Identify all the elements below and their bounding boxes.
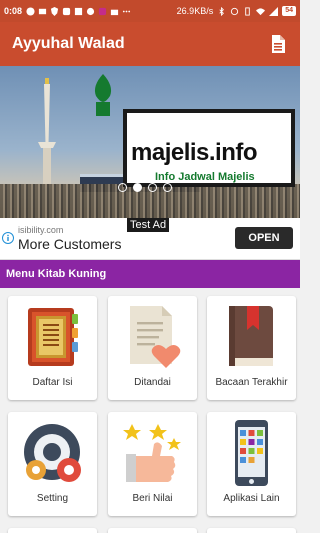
battery-indicator: 54	[282, 6, 296, 16]
phone-apps-icon	[235, 420, 268, 486]
menu-card-beri-nilai[interactable]: Beri Nilai	[108, 412, 197, 516]
brand-logo-box: majelis.info Info Jadwal Majelis	[123, 109, 295, 187]
wifi-icon	[256, 7, 266, 15]
carousel-indicators	[118, 183, 172, 192]
alert-icon	[62, 7, 71, 15]
menu-card-partial[interactable]	[108, 528, 197, 533]
menu-card-label: Setting	[36, 493, 69, 504]
test-ad-badge: Test Ad	[127, 218, 170, 232]
brand-name: majelis.info	[131, 139, 258, 166]
status-time: 0:08	[4, 6, 23, 16]
menu-card-label: Bacaan Terakhir	[215, 377, 288, 388]
app-icon	[98, 7, 107, 15]
monument-illustration	[38, 78, 56, 188]
menu-card-partial[interactable]	[207, 528, 296, 533]
carousel-dot[interactable]	[163, 183, 172, 192]
menu-card-setting[interactable]: Setting	[8, 412, 97, 516]
menu-card-daftar-isi[interactable]: Daftar Isi	[8, 296, 97, 400]
book-ribbon-icon	[229, 306, 273, 366]
messenger-icon	[26, 6, 35, 16]
carousel-dot-active[interactable]	[133, 183, 142, 192]
ad-info-icon[interactable]	[2, 232, 14, 244]
network-speed: 26.9KB/s	[176, 6, 214, 16]
android-icon	[86, 7, 95, 15]
menu-card-label: Ditandai	[134, 377, 171, 388]
section-header: Menu Kitab Kuning	[0, 260, 300, 288]
bookmark-heart-icon	[130, 306, 181, 368]
alarm-icon	[231, 7, 239, 15]
more-icon	[122, 10, 131, 12]
green-dome-icon	[94, 74, 112, 116]
bluetooth-icon	[219, 6, 225, 16]
image-icon	[74, 7, 83, 15]
brand-tagline: Info Jadwal Majelis	[155, 171, 255, 183]
carousel-dot[interactable]	[118, 183, 127, 192]
ad-open-button[interactable]: OPEN	[235, 227, 293, 249]
ad-url: isibility.com	[18, 225, 64, 235]
section-title: Menu Kitab Kuning	[6, 268, 107, 280]
document-icon	[272, 35, 285, 53]
gears-icon	[24, 424, 81, 482]
menu-card-label: Daftar Isi	[32, 377, 73, 388]
menu-card-bacaan-terakhir[interactable]: Bacaan Terakhir	[207, 296, 296, 400]
document-button[interactable]	[268, 34, 288, 54]
signal-icon	[269, 6, 279, 16]
thumbs-up-stars-icon	[123, 424, 181, 482]
app-title: Ayyuhal Walad	[12, 35, 125, 52]
camera-icon	[110, 9, 119, 15]
vibrate-icon	[245, 6, 250, 16]
mail-icon	[38, 8, 47, 14]
menu-card-aplikasi-lain[interactable]: Aplikasi Lain	[207, 412, 296, 516]
carousel-dot[interactable]	[148, 183, 157, 192]
shield-icon	[50, 6, 59, 16]
ad-banner[interactable]: Test Ad isibility.com More Customers OPE…	[0, 218, 300, 260]
banner-carousel[interactable]: majelis.info Info Jadwal Majelis	[0, 66, 300, 218]
app-bar: Ayyuhal Walad	[0, 22, 300, 66]
book-icon	[28, 308, 78, 366]
menu-card-label: Aplikasi Lain	[223, 493, 280, 504]
status-bar: 0:08 26.9KB/s 54	[0, 0, 300, 22]
menu-card-label: Beri Nilai	[132, 493, 173, 504]
notification-icons	[26, 6, 131, 16]
ad-headline: More Customers	[18, 236, 122, 252]
menu-card-partial[interactable]	[8, 528, 97, 533]
system-indicators: 26.9KB/s 54	[177, 6, 296, 16]
menu-card-ditandai[interactable]: Ditandai	[108, 296, 197, 400]
